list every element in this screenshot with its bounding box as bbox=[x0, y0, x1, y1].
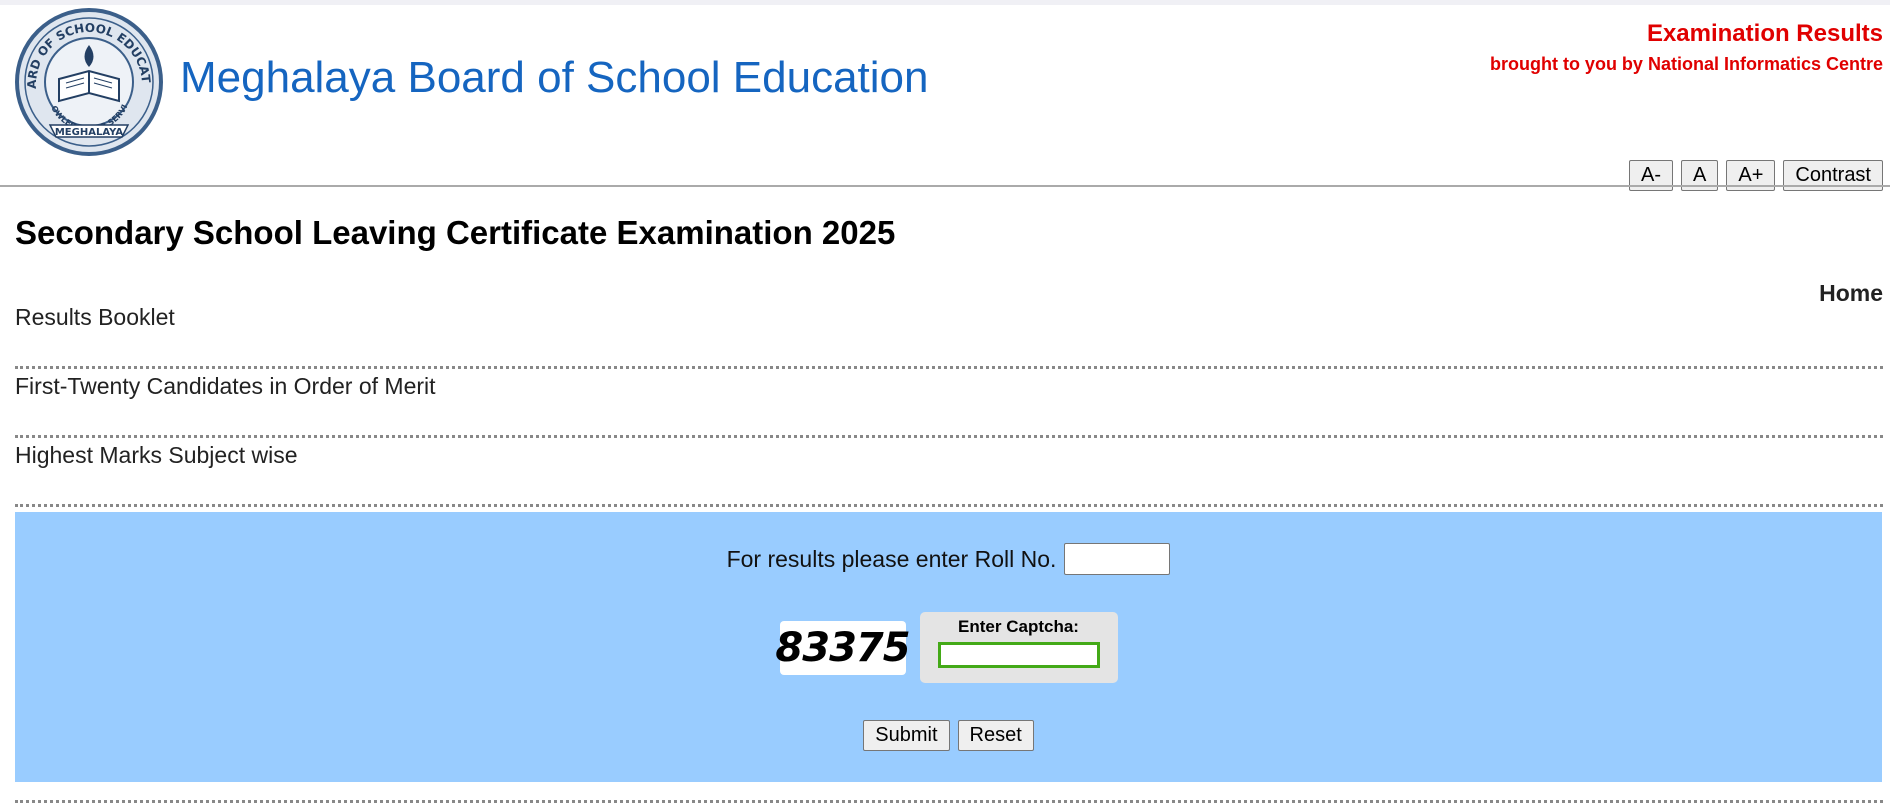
captcha-image: 83375 bbox=[775, 620, 911, 675]
header-divider bbox=[0, 185, 1890, 187]
reset-button[interactable]: Reset bbox=[957, 720, 1034, 751]
results-subtitle: brought to you by National Informatics C… bbox=[1489, 54, 1883, 74]
form-actions: Submit Reset bbox=[15, 720, 1882, 751]
results-title: Examination Results bbox=[1646, 20, 1883, 47]
roll-number-input[interactable] bbox=[1064, 543, 1171, 575]
captcha-row: 83375 Enter Captcha: bbox=[15, 612, 1882, 683]
first-twenty-merit-link[interactable]: First-Twenty Candidates in Order of Meri… bbox=[15, 373, 436, 400]
list-item: Results Booklet bbox=[15, 300, 1883, 369]
page-title: Secondary School Leaving Certificate Exa… bbox=[15, 214, 896, 251]
result-links-list: Results Booklet First-Twenty Candidates … bbox=[15, 300, 1883, 507]
board-seal-logo: BOARD OF SCHOOL EDUCATION KNOWLEDGE FOR … bbox=[9, 0, 164, 157]
list-item: Highest Marks Subject wise bbox=[15, 438, 1883, 507]
logo-banner-text: MEGHALAYA bbox=[55, 127, 124, 138]
captcha-label: Enter Captcha: bbox=[958, 617, 1079, 636]
footer-divider bbox=[15, 800, 1883, 803]
roll-number-label: For results please enter Roll No. bbox=[726, 545, 1057, 572]
highest-marks-subject-link[interactable]: Highest Marks Subject wise bbox=[15, 442, 298, 469]
examination-results-heading: Examination Results brought to you by Na… bbox=[1490, 20, 1883, 75]
captcha-entry-box: Enter Captcha: bbox=[919, 612, 1118, 683]
submit-button[interactable]: Submit bbox=[863, 720, 950, 751]
roll-number-form: For results please enter Roll No. 83375 … bbox=[15, 512, 1882, 782]
results-booklet-link[interactable]: Results Booklet bbox=[15, 304, 175, 331]
list-item: First-Twenty Candidates in Order of Meri… bbox=[15, 369, 1883, 438]
roll-number-row: For results please enter Roll No. bbox=[15, 543, 1882, 575]
board-name: Meghalaya Board of School Education bbox=[180, 53, 929, 102]
site-header: BOARD OF SCHOOL EDUCATION KNOWLEDGE FOR … bbox=[0, 0, 1890, 191]
captcha-input[interactable] bbox=[937, 642, 1100, 668]
